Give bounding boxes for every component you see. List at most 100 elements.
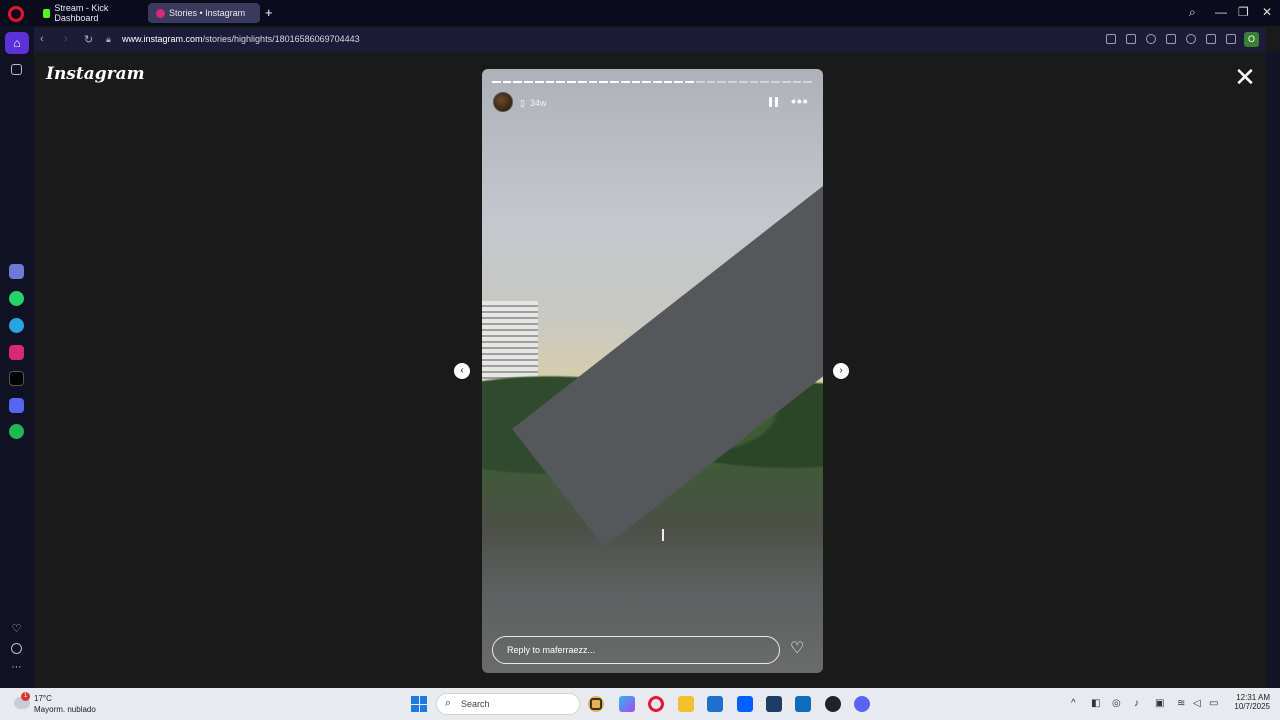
spotify-icon[interactable] xyxy=(9,424,24,439)
progress-segment xyxy=(792,81,802,83)
tray-app-icon[interactable]: ◧ xyxy=(1091,698,1100,709)
url-host: www.instagram.com xyxy=(122,34,203,44)
next-story-button[interactable]: › xyxy=(833,363,849,379)
chevron-up-icon[interactable]: ^ xyxy=(1071,698,1076,709)
volume-icon[interactable]: ◁ xyxy=(1193,698,1201,709)
progress-segment xyxy=(781,81,791,83)
like-heart-icon[interactable]: ♡ xyxy=(790,638,804,658)
close-window-button[interactable]: ✕ xyxy=(1262,5,1272,19)
dropbox-icon[interactable] xyxy=(737,696,753,712)
whatsapp-icon[interactable] xyxy=(9,291,24,306)
progress-segment xyxy=(567,81,576,83)
telegram-icon[interactable] xyxy=(9,318,24,333)
progress-segment xyxy=(717,81,727,83)
tab-kick-dashboard[interactable]: Stream - Kick Dashboard xyxy=(35,3,145,23)
browser-sidebar: ⌂ ♡ ⋯ xyxy=(0,26,34,688)
new-tab-button[interactable]: + xyxy=(265,5,273,20)
progress-segment xyxy=(577,81,587,83)
more-icon[interactable]: ⋯ xyxy=(9,662,24,677)
tiktok-icon[interactable] xyxy=(9,371,24,386)
lock-icon[interactable]: 🔒︎ xyxy=(106,34,111,45)
camera-icon[interactable] xyxy=(1126,34,1136,44)
instagram-favicon-icon xyxy=(156,8,165,18)
file-explorer-icon[interactable] xyxy=(678,696,694,712)
app-icon[interactable] xyxy=(766,696,782,712)
progress-segment xyxy=(620,81,630,83)
progress-segment xyxy=(599,81,609,83)
url-path: /stories/highlights/18016586069704443 xyxy=(202,34,360,44)
progress-segment xyxy=(642,81,652,83)
copilot-icon[interactable] xyxy=(619,696,635,712)
search-placeholder: Search xyxy=(461,699,490,709)
instagram-icon[interactable] xyxy=(9,345,24,360)
close-story-button[interactable]: ✕ xyxy=(1234,64,1256,90)
progress-segment xyxy=(513,81,523,83)
forward-icon[interactable]: › xyxy=(64,33,68,45)
heart-icon[interactable] xyxy=(1186,34,1196,44)
previous-story-button[interactable]: ‹ xyxy=(454,363,470,379)
tray-app2-icon[interactable]: ◎ xyxy=(1112,698,1121,709)
display-icon[interactable]: ▣ xyxy=(1155,698,1164,709)
home-icon[interactable]: ⌂ xyxy=(5,32,29,54)
search-tabs-icon[interactable]: ⌕ xyxy=(1189,5,1196,20)
kick-favicon-icon xyxy=(43,8,51,18)
microphone-icon[interactable]: ♪ xyxy=(1134,698,1139,709)
url-field[interactable]: www.instagram.com/stories/highlights/180… xyxy=(122,34,360,44)
download-icon[interactable] xyxy=(1206,34,1216,44)
minimize-button[interactable]: — xyxy=(1215,5,1227,19)
more-options-icon[interactable]: ••• xyxy=(791,93,809,109)
progress-segment xyxy=(545,81,555,83)
taskbar-clock[interactable]: 12:31 AM 10/7/2025 xyxy=(1226,693,1270,711)
store-icon[interactable] xyxy=(707,696,723,712)
reload-icon[interactable]: ↻ xyxy=(84,33,93,46)
start-button-icon[interactable] xyxy=(411,696,427,712)
back-icon[interactable]: ‹ xyxy=(40,33,44,45)
story-image-lane xyxy=(662,529,664,541)
reply-input[interactable]: Reply to maferraezz... xyxy=(492,636,780,664)
opera-logo-icon[interactable] xyxy=(8,6,24,22)
snapshot-edit-icon[interactable] xyxy=(1106,34,1116,44)
address-bar: ‹ › ↻ 🔒︎ www.instagram.com/stories/highl… xyxy=(34,28,1266,52)
instagram-logo[interactable]: Instagram xyxy=(46,64,145,84)
weather-badge: 1 xyxy=(21,692,30,701)
progress-segment xyxy=(803,81,813,83)
discord-icon[interactable] xyxy=(9,398,24,413)
outlook-icon[interactable] xyxy=(795,696,811,712)
reply-placeholder: Reply to maferraezz... xyxy=(507,645,596,655)
history-icon[interactable] xyxy=(11,643,22,654)
progress-segment xyxy=(524,81,533,83)
battery-icon[interactable]: ▭ xyxy=(1209,698,1218,709)
progress-segment xyxy=(653,81,662,83)
progress-segment xyxy=(749,81,759,83)
progress-segment xyxy=(728,81,737,83)
github-icon[interactable] xyxy=(825,696,841,712)
tab-instagram-stories[interactable]: Stories • Instagram xyxy=(148,3,260,23)
aria-icon[interactable] xyxy=(9,264,24,279)
task-view-icon[interactable] xyxy=(590,698,602,710)
progress-segment xyxy=(588,81,598,83)
play-icon[interactable] xyxy=(1166,34,1176,44)
heart-icon[interactable]: ♡ xyxy=(9,622,24,637)
pause-icon[interactable] xyxy=(769,97,778,107)
instagram-stories-page: Instagram ✕ ‹ › ▯ 34w ••• Reply to mafer… xyxy=(34,52,1266,688)
profile-button[interactable]: O xyxy=(1244,32,1259,47)
opera-taskbar-icon[interactable] xyxy=(648,696,664,712)
avatar[interactable] xyxy=(493,92,513,112)
taskbar: 1 17°C Mayorm. nublado ⌕ Search ^ ◧ ◎ ♪ … xyxy=(0,688,1280,720)
vpn-icon[interactable] xyxy=(1146,34,1156,44)
tab-label: Stories • Instagram xyxy=(169,8,246,18)
discord-taskbar-icon[interactable] xyxy=(854,696,870,712)
story-progress-bar xyxy=(492,81,813,83)
story-viewer[interactable]: ▯ 34w ••• Reply to maferraezz... ♡ xyxy=(482,69,823,673)
scrollbar[interactable] xyxy=(1266,52,1280,688)
restore-button[interactable]: ❐ xyxy=(1238,5,1249,19)
progress-segment xyxy=(695,81,705,83)
star-icon[interactable] xyxy=(11,64,22,75)
taskbar-search-input[interactable]: ⌕ Search xyxy=(436,693,580,715)
menu-icon[interactable] xyxy=(1226,34,1236,44)
progress-segment xyxy=(534,81,544,83)
wifi-icon[interactable]: ≋ xyxy=(1177,698,1185,709)
progress-segment xyxy=(610,81,619,83)
weather-temp: 17°C xyxy=(34,694,52,703)
progress-segment xyxy=(674,81,684,83)
